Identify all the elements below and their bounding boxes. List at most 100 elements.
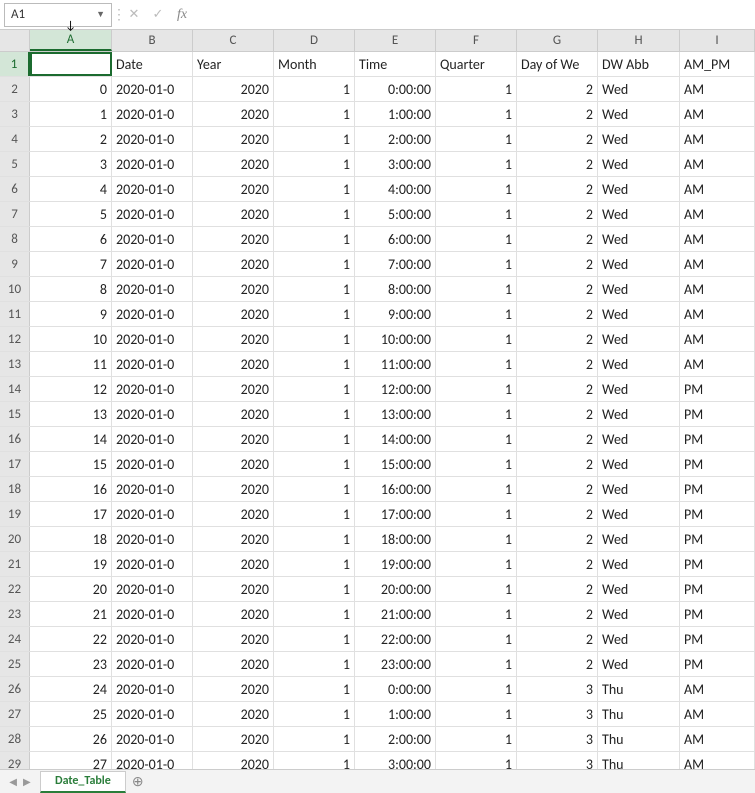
- cell[interactable]: 1: [274, 527, 355, 551]
- cell[interactable]: 2020-01-0: [112, 477, 193, 501]
- cell[interactable]: 2020: [193, 327, 274, 351]
- cell[interactable]: Wed: [598, 552, 680, 576]
- cell[interactable]: PM: [680, 527, 755, 551]
- cell[interactable]: 1: [274, 502, 355, 526]
- cell[interactable]: 16: [30, 477, 112, 501]
- cell[interactable]: 22:00:00: [355, 627, 436, 651]
- cell[interactable]: AM: [680, 352, 755, 376]
- cancel-formula-icon[interactable]: ✕: [122, 4, 146, 26]
- cell[interactable]: Wed: [598, 252, 680, 276]
- cell[interactable]: 18:00:00: [355, 527, 436, 551]
- cell[interactable]: 4: [30, 177, 112, 201]
- cell[interactable]: 2020-01-0: [112, 127, 193, 151]
- cell[interactable]: 25: [30, 702, 112, 726]
- cell[interactable]: 2020: [193, 177, 274, 201]
- cell[interactable]: 2020-01-0: [112, 527, 193, 551]
- cell[interactable]: 2020-01-0: [112, 752, 193, 769]
- cell[interactable]: 2020: [193, 502, 274, 526]
- cell[interactable]: 2: [517, 227, 598, 251]
- row-header[interactable]: 16: [0, 427, 30, 451]
- cell[interactable]: 2020: [193, 427, 274, 451]
- cell[interactable]: 2020: [193, 627, 274, 651]
- cell[interactable]: PM: [680, 402, 755, 426]
- cell[interactable]: 2: [517, 477, 598, 501]
- cell[interactable]: 1: [274, 177, 355, 201]
- cell[interactable]: 24: [30, 677, 112, 701]
- cell[interactable]: Thu: [598, 702, 680, 726]
- cell[interactable]: 1: [436, 427, 517, 451]
- cell[interactable]: 2020-01-0: [112, 102, 193, 126]
- cell[interactable]: 19: [30, 552, 112, 576]
- row-header[interactable]: 5: [0, 152, 30, 176]
- cell[interactable]: 2020: [193, 277, 274, 301]
- cell[interactable]: 1: [274, 627, 355, 651]
- row-header[interactable]: 13: [0, 352, 30, 376]
- cell[interactable]: AM: [680, 752, 755, 769]
- cell[interactable]: 2: [517, 502, 598, 526]
- cell[interactable]: PM: [680, 452, 755, 476]
- cell[interactable]: 2020: [193, 552, 274, 576]
- cell[interactable]: 2:00:00: [355, 127, 436, 151]
- cell[interactable]: Wed: [598, 277, 680, 301]
- cell[interactable]: 1: [436, 402, 517, 426]
- row-header[interactable]: 18: [0, 477, 30, 501]
- row-header[interactable]: 23: [0, 602, 30, 626]
- cell[interactable]: 1: [274, 127, 355, 151]
- cell[interactable]: 2020: [193, 527, 274, 551]
- cell[interactable]: 2: [517, 452, 598, 476]
- cell[interactable]: 2020-01-0: [112, 202, 193, 226]
- cell[interactable]: 3:00:00: [355, 152, 436, 176]
- cell[interactable]: PM: [680, 652, 755, 676]
- row-header[interactable]: 20: [0, 527, 30, 551]
- cell[interactable]: 2020: [193, 577, 274, 601]
- cell[interactable]: 1: [436, 727, 517, 751]
- cell[interactable]: 1: [274, 652, 355, 676]
- cell[interactable]: Wed: [598, 377, 680, 401]
- cell[interactable]: 1: [436, 327, 517, 351]
- cell[interactable]: 1: [30, 102, 112, 126]
- cell[interactable]: 2: [517, 102, 598, 126]
- row-header[interactable]: 4: [0, 127, 30, 151]
- cell[interactable]: 2: [517, 277, 598, 301]
- row-header[interactable]: 21: [0, 552, 30, 576]
- cell[interactable]: Year: [193, 52, 274, 76]
- cell[interactable]: 2:00:00: [355, 727, 436, 751]
- cell[interactable]: 1: [436, 152, 517, 176]
- cell[interactable]: PM: [680, 627, 755, 651]
- cell[interactable]: 1: [436, 377, 517, 401]
- cell[interactable]: Wed: [598, 352, 680, 376]
- cell[interactable]: 3: [517, 752, 598, 769]
- cell[interactable]: 1: [274, 552, 355, 576]
- cell[interactable]: Wed: [598, 127, 680, 151]
- cell[interactable]: Wed: [598, 177, 680, 201]
- accept-formula-icon[interactable]: ✓: [146, 4, 170, 26]
- cell[interactable]: 1: [436, 702, 517, 726]
- cell[interactable]: Wed: [598, 527, 680, 551]
- cell[interactable]: Thu: [598, 677, 680, 701]
- cell[interactable]: 3: [30, 152, 112, 176]
- cell[interactable]: 3: [517, 702, 598, 726]
- cell[interactable]: Time: [355, 52, 436, 76]
- cell[interactable]: 2020: [193, 377, 274, 401]
- cell[interactable]: 2020: [193, 652, 274, 676]
- cell[interactable]: 2: [517, 77, 598, 101]
- cell[interactable]: 19:00:00: [355, 552, 436, 576]
- cell[interactable]: 2020: [193, 352, 274, 376]
- cell[interactable]: 0:00:00: [355, 77, 436, 101]
- cell[interactable]: DW Abb: [598, 52, 680, 76]
- cell[interactable]: 20:00:00: [355, 577, 436, 601]
- cell[interactable]: AM: [680, 127, 755, 151]
- cell[interactable]: AM: [680, 202, 755, 226]
- cell[interactable]: 16:00:00: [355, 477, 436, 501]
- nav-prev-icon[interactable]: ◀: [9, 775, 17, 788]
- cell[interactable]: 2: [517, 527, 598, 551]
- row-header[interactable]: 15: [0, 402, 30, 426]
- cell[interactable]: 2: [517, 152, 598, 176]
- cell[interactable]: 2020: [193, 402, 274, 426]
- cell[interactable]: AM: [680, 727, 755, 751]
- cell[interactable]: Wed: [598, 152, 680, 176]
- cell[interactable]: 1: [436, 227, 517, 251]
- cell[interactable]: Wed: [598, 502, 680, 526]
- add-sheet-button[interactable]: ⊕: [126, 771, 150, 793]
- cell[interactable]: 2020-01-0: [112, 652, 193, 676]
